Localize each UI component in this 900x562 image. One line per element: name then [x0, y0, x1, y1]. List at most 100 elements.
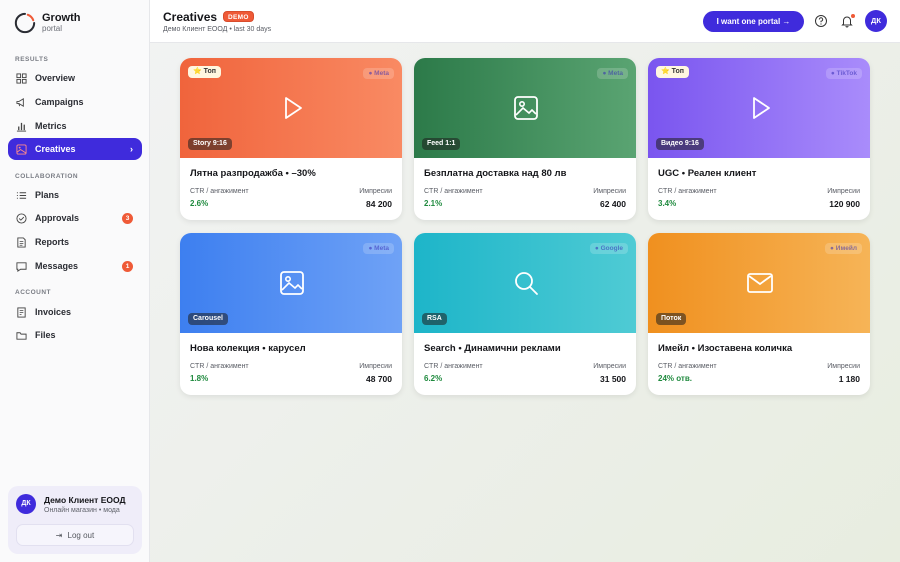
creative-card[interactable]: ● Имейл Поток Имейл • Изоставена количка CT… — [648, 233, 870, 395]
user-subtitle: Онлайн магазин • мода — [44, 507, 120, 514]
sidebar-item-files[interactable]: Files — [8, 324, 142, 346]
header: Creatives DEMO Демо Клиент ЕООД • last 3… — [150, 0, 900, 43]
creative-card[interactable]: ● Meta Carousel Нова колекция • карусел CTR… — [180, 233, 402, 395]
format-badge: Carousel — [188, 313, 228, 325]
impressions-value: 120 900 — [829, 199, 860, 209]
demo-badge: DEMO — [223, 11, 254, 22]
platform-badge: ● Meta — [597, 68, 628, 79]
creative-title: UGC • Реален клиент — [658, 168, 757, 179]
metric-label: CTR / ангажимент — [658, 363, 717, 370]
creative-title: Имейл • Изоставена количка — [658, 343, 793, 354]
avatar[interactable]: ДК — [16, 494, 36, 514]
sidebar-item-approvals[interactable]: Approvals 3 — [8, 207, 142, 229]
format-badge: Story 9:16 — [188, 138, 232, 150]
notification-dot — [851, 14, 855, 18]
impressions-label: Импресии — [593, 188, 626, 195]
sidebar-item-plans[interactable]: Plans — [8, 184, 142, 206]
creative-thumbnail[interactable]: ● Имейл Поток — [648, 233, 870, 333]
metric-value: 6.2% — [424, 374, 443, 383]
platform-badge: ● Имейл — [825, 243, 862, 254]
platform-badge: ● Meta — [363, 243, 394, 254]
help-icon[interactable] — [814, 14, 828, 28]
creative-thumbnail[interactable]: ⭐ Топ ● Meta Story 9:16 — [180, 58, 402, 158]
platform-badge: ● Meta — [363, 68, 394, 79]
invoice-icon — [16, 306, 27, 318]
metric-label: CTR / ангажимент — [190, 363, 249, 370]
metric-label: CTR / ангажимент — [424, 188, 483, 195]
play-icon — [279, 95, 305, 121]
impressions-value: 84 200 — [366, 199, 392, 209]
metric-label: CTR / ангажимент — [658, 188, 717, 195]
sidebar-item-overview[interactable]: Overview — [8, 67, 142, 89]
sidebar-item-messages[interactable]: Messages 1 — [8, 255, 142, 277]
sidebar-item-metrics[interactable]: Metrics — [8, 115, 142, 137]
sidebar-item-label: Reports — [35, 237, 70, 247]
logo-icon — [14, 12, 36, 34]
metric-value: 3.4% — [658, 199, 677, 208]
header-avatar[interactable]: ДК — [865, 10, 887, 32]
megaphone-icon — [16, 97, 27, 108]
section-label-collaboration: COLLABORATION — [15, 173, 79, 180]
logout-button[interactable]: ⇥ Log out — [16, 524, 134, 546]
impressions-label: Импресии — [593, 363, 626, 370]
page-subtitle: Демо Клиент ЕООД • last 30 days — [163, 26, 272, 33]
check-circle-icon — [16, 212, 27, 224]
impressions-value: 1 180 — [838, 374, 860, 384]
sidebar-item-label: Plans — [35, 190, 60, 200]
image-icon — [513, 95, 539, 121]
top-badge: ⭐ Топ — [188, 66, 221, 78]
creative-title: Search • Динамични реклами — [424, 343, 561, 354]
page-title: Creatives — [163, 10, 218, 24]
creative-thumbnail[interactable]: ● Meta Carousel — [180, 233, 402, 333]
want-portal-button[interactable]: I want one portal → — [703, 11, 804, 32]
creative-title: Нова колекция • карусел — [190, 343, 306, 354]
creative-card[interactable]: ⭐ Топ ● TikTok Видео 9:16 UGC • Реален клие… — [648, 58, 870, 220]
top-badge: ⭐ Топ — [656, 66, 689, 78]
creative-title: Безплатна доставка над 80 лв — [424, 168, 567, 179]
metric-value: 2.1% — [424, 199, 443, 208]
chevron-right-icon: › — [130, 144, 133, 154]
creative-card[interactable]: ⭐ Топ ● Meta Story 9:16 Лятна разпродажба •… — [180, 58, 402, 220]
logout-label: Log out — [67, 530, 95, 540]
sidebar-item-creatives[interactable]: Creatives › — [8, 138, 142, 160]
creative-thumbnail[interactable]: ● Meta Feed 1:1 — [414, 58, 636, 158]
impressions-label: Импресии — [359, 363, 392, 370]
metric-value: 2.6% — [190, 199, 209, 208]
impressions-value: 31 500 — [600, 374, 626, 384]
list-icon — [16, 190, 27, 201]
document-icon — [16, 236, 27, 248]
creative-title: Лятна разпродажба • –30% — [190, 168, 316, 179]
metric-value: 1.8% — [190, 374, 209, 383]
logout-icon: ⇥ — [55, 530, 63, 540]
impressions-value: 48 700 — [366, 374, 392, 384]
creative-card[interactable]: ● Google RSA Search • Динамични реклами CTR… — [414, 233, 636, 395]
sidebar-item-invoices[interactable]: Invoices — [8, 301, 142, 323]
impressions-label: Импресии — [359, 188, 392, 195]
creative-card[interactable]: ● Meta Feed 1:1 Безплатна доставка над 80 … — [414, 58, 636, 220]
messages-count-badge: 1 — [122, 260, 133, 272]
format-badge: Видео 9:16 — [656, 138, 704, 150]
approvals-count-badge: 3 — [122, 212, 133, 224]
creative-thumbnail[interactable]: ⭐ Топ ● TikTok Видео 9:16 — [648, 58, 870, 158]
creative-thumbnail[interactable]: ● Google RSA — [414, 233, 636, 333]
sidebar-item-label: Overview — [35, 73, 76, 83]
sidebar-item-campaigns[interactable]: Campaigns — [8, 91, 142, 113]
user-card: ДК Демо Клиент ЕООД Онлайн магазин • мод… — [8, 486, 142, 554]
section-label-account: ACCOUNT — [15, 289, 51, 296]
platform-badge: ● Google — [589, 243, 628, 254]
sidebar-item-label: Metrics — [35, 121, 67, 131]
sidebar-item-label: Creatives — [35, 144, 76, 154]
search-icon — [513, 270, 539, 296]
chat-icon — [16, 261, 27, 272]
grid-icon — [16, 72, 27, 84]
sidebar-item-label: Messages — [35, 261, 79, 271]
folder-icon — [16, 330, 27, 341]
platform-badge: ● TikTok — [825, 68, 862, 79]
sidebar-item-label: Files — [35, 330, 56, 340]
mail-icon — [747, 270, 773, 296]
format-badge: Поток — [656, 313, 687, 325]
sidebar-item-reports[interactable]: Reports — [8, 231, 142, 253]
sidebar-item-label: Invoices — [35, 307, 72, 317]
brand[interactable]: Growth portal — [14, 12, 81, 34]
metric-label: CTR / ангажимент — [190, 188, 249, 195]
